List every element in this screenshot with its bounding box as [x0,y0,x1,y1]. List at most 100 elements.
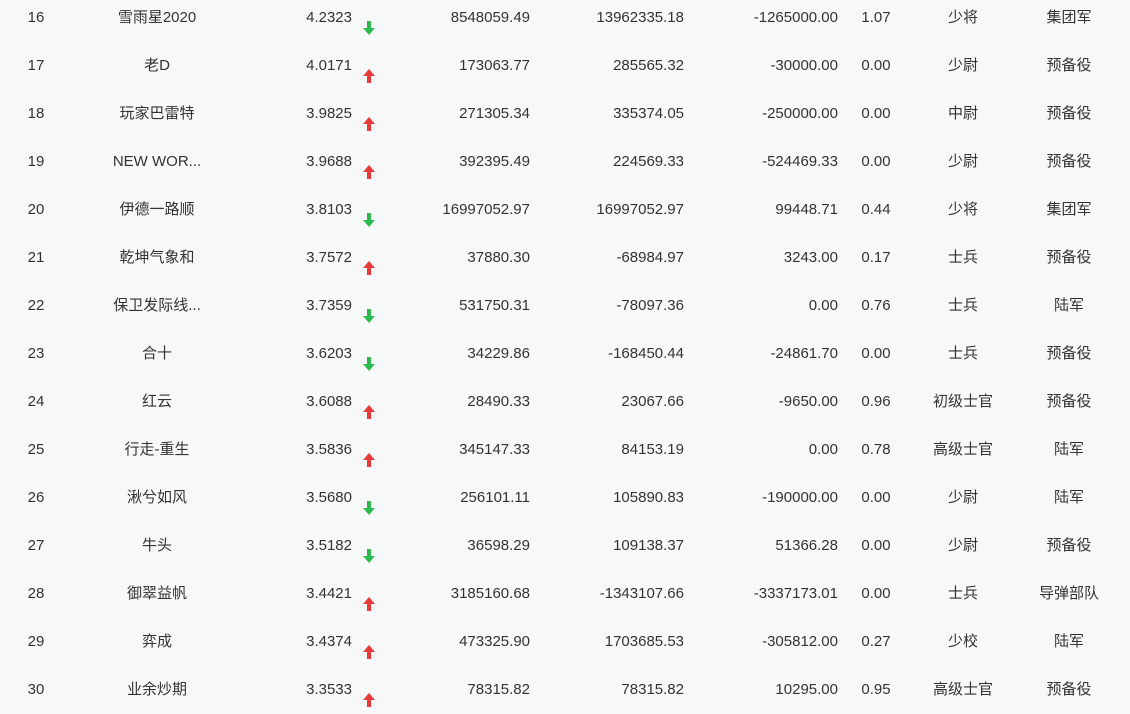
unit-cell: 预备役 [1046,681,1092,698]
value-1-cell: 78315.82 [467,681,530,698]
table-row[interactable]: 26 湫兮如风 3.5680 256101.11 105890.83 -190000.00… [0,474,1130,522]
unit-cell: 预备役 [1046,153,1092,170]
rank-title-cell: 少将 [947,9,978,26]
arrow-up-icon [362,632,376,660]
table-row[interactable]: 27 牛头 3.5182 36598.29 109138.37 51366.28 0.00 少… [0,522,1130,570]
arrow-down-icon [362,344,376,372]
score-cell: 3.4421 [306,585,352,602]
table-row[interactable]: 25 行走-重生 3.5836 345147.33 84153.19 0.00 0.78 高级… [0,426,1130,474]
value-2-cell: -1343107.66 [599,585,684,602]
ratio-cell: 0.76 [861,297,891,314]
player-name-cell: 业余炒期 [126,681,187,698]
rank-title-cell: 少尉 [947,57,978,74]
unit-cell: 预备役 [1046,249,1092,266]
rank-cell: 29 [27,633,45,650]
ratio-cell: 0.00 [861,489,891,506]
value-2-cell: 109138.37 [613,537,684,554]
rank-title-cell: 士兵 [947,585,978,602]
unit-cell: 陆军 [1053,489,1084,506]
table-row[interactable]: 16 雪雨星2020 4.2323 8548059.49 13962335.18 -126… [0,0,1130,42]
rank-title-cell: 高级士官 [932,441,993,458]
rank-cell: 24 [27,393,45,410]
value-2-cell: 105890.83 [613,489,684,506]
value-3-cell: -3337173.01 [753,585,838,602]
player-name-cell: 伊德一路顺 [119,201,195,218]
trend-cell [360,570,378,618]
player-name-cell: 弈成 [141,633,172,650]
unit-cell: 导弹部队 [1038,585,1099,602]
table-row[interactable]: 21 乾坤气象和 3.7572 37880.30 -68984.97 3243.00 0.1… [0,234,1130,282]
player-name-cell: 乾坤气象和 [119,249,195,266]
value-2-cell: 1703685.53 [604,633,684,650]
table-row[interactable]: 28 御翠益帆 3.4421 3185160.68 -1343107.66 -333717… [0,570,1130,618]
player-name-cell: 湫兮如风 [126,489,187,506]
ratio-cell: 0.27 [861,633,891,650]
table-row[interactable]: 30 业余炒期 3.3533 78315.82 78315.82 10295.00 0.95… [0,666,1130,714]
table-row[interactable]: 29 弈成 3.4374 473325.90 1703685.53 -305812.00 0… [0,618,1130,666]
rank-cell: 16 [27,9,45,26]
player-name-cell: NEW WOR... [112,153,202,170]
rank-cell: 26 [27,489,45,506]
value-1-cell: 37880.30 [467,249,530,266]
rank-title-cell: 士兵 [947,249,978,266]
table-row[interactable]: 24 红云 3.6088 28490.33 23067.66 -9650.00 0.96 初级… [0,378,1130,426]
rank-title-cell: 少尉 [947,489,978,506]
value-1-cell: 3185160.68 [450,585,530,602]
value-3-cell: 3243.00 [783,249,838,266]
trend-cell [360,330,378,378]
player-name-cell: 雪雨星2020 [117,9,197,26]
rank-cell: 18 [27,105,45,122]
value-3-cell: 99448.71 [775,201,838,218]
trend-cell [360,0,378,42]
value-1-cell: 473325.90 [459,633,530,650]
ratio-cell: 0.00 [861,153,891,170]
value-1-cell: 345147.33 [459,441,530,458]
value-3-cell: -250000.00 [762,105,838,122]
table-row[interactable]: 17 老D 4.0171 173063.77 285565.32 -30000.00 0.0… [0,42,1130,90]
trend-cell [360,474,378,522]
score-cell: 3.5836 [306,441,352,458]
arrow-up-icon [362,56,376,84]
player-name-cell: 红云 [141,393,172,410]
table-row[interactable]: 22 保卫发际线... 3.7359 531750.31 -78097.36 0.00 0.… [0,282,1130,330]
value-2-cell: -78097.36 [616,297,684,314]
score-cell: 3.6088 [306,393,352,410]
score-cell: 3.4374 [306,633,352,650]
trend-cell [360,138,378,186]
value-2-cell: 16997052.97 [596,201,684,218]
ratio-cell: 0.96 [861,393,891,410]
value-1-cell: 392395.49 [459,153,530,170]
value-3-cell: -524469.33 [762,153,838,170]
unit-cell: 预备役 [1046,105,1092,122]
rank-cell: 23 [27,345,45,362]
table-row[interactable]: 19 NEW WOR... 3.9688 392395.49 224569.33 -524… [0,138,1130,186]
score-cell: 3.9825 [306,105,352,122]
arrow-down-icon [362,536,376,564]
arrow-up-icon [362,680,376,708]
value-1-cell: 16997052.97 [442,201,530,218]
rank-cell: 20 [27,201,45,218]
ratio-cell: 0.00 [861,57,891,74]
value-2-cell: -168450.44 [608,345,684,362]
arrow-up-icon [362,152,376,180]
player-name-cell: 合十 [141,345,172,362]
arrow-up-icon [362,440,376,468]
arrow-down-icon [362,200,376,228]
unit-cell: 集团军 [1046,9,1092,26]
value-1-cell: 36598.29 [467,537,530,554]
value-1-cell: 531750.31 [459,297,530,314]
table-row[interactable]: 20 伊德一路顺 3.8103 16997052.97 16997052.97 99448… [0,186,1130,234]
table-row[interactable]: 23 合十 3.6203 34229.86 -168450.44 -24861.70 0.0… [0,330,1130,378]
unit-cell: 预备役 [1046,537,1092,554]
rank-cell: 19 [27,153,45,170]
score-cell: 3.9688 [306,153,352,170]
table-row[interactable]: 18 玩家巴雷特 3.9825 271305.34 335374.05 -250000.0… [0,90,1130,138]
rank-title-cell: 初级士官 [932,393,993,410]
ratio-cell: 0.95 [861,681,891,698]
score-cell: 3.7572 [306,249,352,266]
arrow-up-icon [362,392,376,420]
ratio-cell: 0.78 [861,441,891,458]
player-name-cell: 行走-重生 [124,441,190,458]
ratio-cell: 0.00 [861,537,891,554]
arrow-down-icon [362,296,376,324]
